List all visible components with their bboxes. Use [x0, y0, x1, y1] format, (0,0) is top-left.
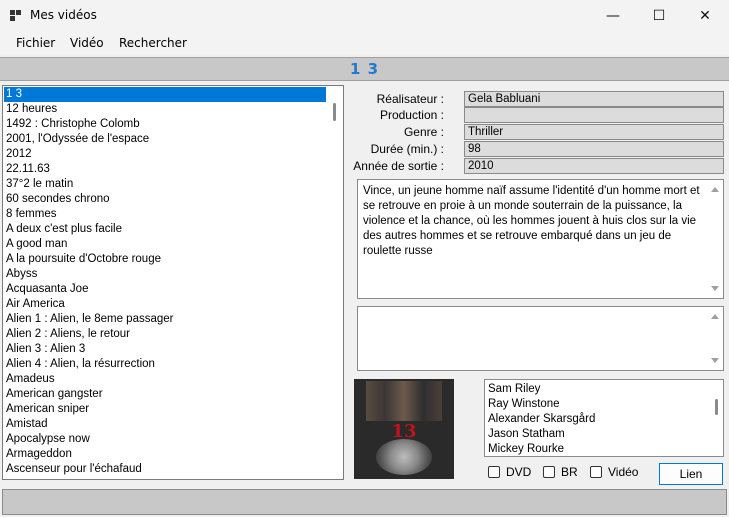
actors-scrollbar[interactable] — [710, 381, 722, 455]
realisateur-label: Réalisateur : — [376, 92, 444, 106]
scroll-up-icon[interactable] — [711, 314, 719, 319]
film-list-item[interactable]: 8 femmes — [4, 207, 326, 222]
film-list-item[interactable]: Amistad — [4, 417, 326, 432]
film-list-item[interactable]: Armageddon — [4, 447, 326, 462]
synopsis-text: Vince, un jeune homme naïf assume l'iden… — [363, 185, 700, 257]
poster-roulette-image — [376, 439, 432, 475]
film-list-item-selected[interactable]: 1 3 — [4, 87, 326, 102]
actor-item[interactable]: Alexander Skarsgård — [488, 412, 595, 427]
maximize-button[interactable]: ☐ — [636, 0, 682, 32]
film-list-item[interactable]: Alien 3 : Alien 3 — [4, 342, 326, 357]
film-list-item[interactable]: Alien 1 : Alien, le 8eme passager — [4, 312, 326, 327]
film-list-item[interactable]: A la poursuite d'Octobre rouge — [4, 252, 326, 267]
menu-video[interactable]: Vidéo — [70, 36, 104, 50]
film-list-item[interactable]: A good man — [4, 237, 326, 252]
film-list-item[interactable]: Alien 2 : Aliens, le retour — [4, 327, 326, 342]
actors-scroll-thumb[interactable] — [715, 399, 718, 415]
film-list-item[interactable]: American gangster — [4, 387, 326, 402]
actor-item[interactable]: Sam Riley — [488, 382, 540, 397]
film-list-scrollbar[interactable] — [328, 87, 342, 478]
menu-bar: Fichier Vidéo Rechercher — [0, 32, 729, 54]
film-list-item[interactable]: Apocalypse now — [4, 432, 326, 447]
synopsis-scrollbar[interactable] — [708, 181, 722, 297]
actors-list[interactable]: Sam Riley Ray Winstone Alexander Skarsgå… — [484, 379, 724, 457]
lien-button[interactable]: Lien — [659, 463, 723, 485]
notes-scrollbar[interactable] — [708, 308, 722, 369]
production-field[interactable] — [464, 107, 724, 123]
video-label: Vidéo — [608, 465, 639, 479]
film-list-item[interactable]: 2001, l'Odyssée de l'espace — [4, 132, 326, 147]
film-list-item[interactable]: Ascenseur pour l'échafaud — [4, 462, 326, 477]
film-list[interactable]: 1 3 12 heures 1492 : Christophe Colomb 2… — [2, 85, 344, 480]
scroll-down-icon[interactable] — [711, 286, 719, 291]
film-list-item[interactable]: Abyss — [4, 267, 326, 282]
window-title: Mes vidéos — [30, 8, 97, 22]
dvd-checkbox[interactable]: DVD — [488, 465, 531, 479]
actor-item[interactable]: Mickey Rourke — [488, 442, 564, 456]
dvd-label: DVD — [506, 465, 532, 479]
film-list-item[interactable]: 2012 — [4, 147, 326, 162]
annee-field[interactable]: 2010 — [464, 158, 724, 174]
app-icon — [10, 10, 22, 22]
poster-cast-photo — [366, 381, 442, 421]
film-list-item[interactable]: American sniper — [4, 402, 326, 417]
film-list-item[interactable]: 12 heures — [4, 102, 326, 117]
br-checkbox-box[interactable] — [543, 466, 555, 478]
close-button[interactable]: ✕ — [682, 0, 728, 32]
film-list-item[interactable]: Acquasanta Joe — [4, 282, 326, 297]
film-list-item[interactable]: Amadeus — [4, 372, 326, 387]
film-list-item[interactable]: 60 secondes chrono — [4, 192, 326, 207]
current-film-title: 1 3 — [349, 60, 380, 78]
duree-field[interactable]: 98 — [464, 141, 724, 157]
annee-label: Année de sortie : — [353, 159, 444, 173]
minimize-button[interactable]: — — [590, 0, 636, 32]
synopsis-textarea[interactable]: Vince, un jeune homme naïf assume l'iden… — [357, 179, 724, 299]
video-checkbox[interactable]: Vidéo — [590, 465, 638, 479]
film-list-item[interactable]: 37°2 le matin — [4, 177, 326, 192]
scroll-down-icon[interactable] — [711, 358, 719, 363]
br-label: BR — [561, 465, 578, 479]
menu-fichier[interactable]: Fichier — [16, 36, 55, 50]
actor-item[interactable]: Jason Statham — [488, 427, 565, 442]
film-list-item[interactable]: A deux c'est plus facile — [4, 222, 326, 237]
film-list-item[interactable]: Alien 4 : Alien, la résurrection — [4, 357, 326, 372]
film-list-scroll-thumb[interactable] — [333, 103, 336, 121]
status-bar — [2, 489, 727, 515]
scroll-up-icon[interactable] — [711, 187, 719, 192]
duree-label: Durée (min.) : — [370, 142, 444, 156]
notes-textarea[interactable] — [357, 306, 724, 371]
realisateur-field[interactable]: Gela Babluani — [464, 91, 724, 107]
film-list-item[interactable]: 22.11.63 — [4, 162, 326, 177]
production-label: Production : — [379, 108, 444, 122]
menu-rechercher[interactable]: Rechercher — [119, 36, 187, 50]
video-checkbox-box[interactable] — [590, 466, 602, 478]
title-bar: Mes vidéos — ☐ ✕ — [0, 0, 729, 32]
actor-item[interactable]: Ray Winstone — [488, 397, 560, 412]
br-checkbox[interactable]: BR — [543, 465, 578, 479]
film-list-item[interactable]: Air America — [4, 297, 326, 312]
film-poster: 13 — [354, 379, 454, 479]
genre-label: Genre : — [403, 125, 444, 139]
genre-field[interactable]: Thriller — [464, 124, 724, 140]
dvd-checkbox-box[interactable] — [488, 466, 500, 478]
current-film-title-bar: 1 3 — [0, 57, 729, 81]
film-list-item[interactable]: 1492 : Christophe Colomb — [4, 117, 326, 132]
